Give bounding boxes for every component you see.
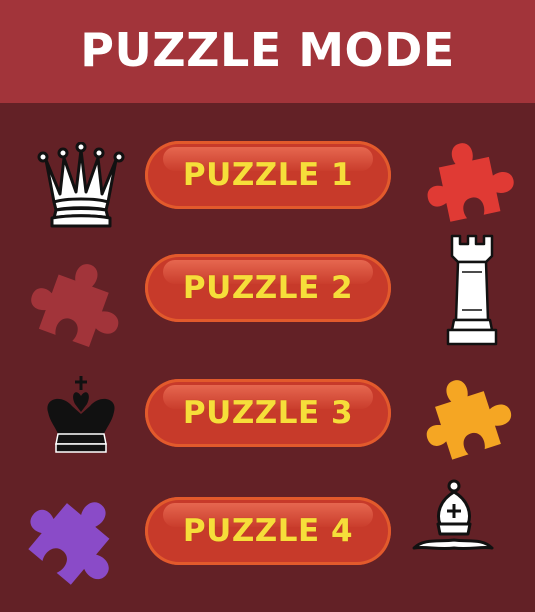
puzzle-2-button[interactable]: PUZZLE 2 (145, 254, 391, 322)
king-icon (47, 376, 115, 453)
bishop-icon (412, 479, 494, 551)
puzzle-1-label: PUZZLE 1 (182, 157, 354, 193)
orange-puzzle-piece-icon (420, 374, 516, 465)
puzzle-3-button[interactable]: PUZZLE 3 (145, 379, 391, 447)
purple-puzzle-piece-icon (20, 490, 124, 594)
queen-icon (37, 142, 125, 228)
dark-red-puzzle-piece-icon (26, 258, 126, 354)
puzzle-2-label: PUZZLE 2 (182, 270, 354, 306)
puzzle-1-button[interactable]: PUZZLE 1 (145, 141, 391, 209)
puzzle-4-button[interactable]: PUZZLE 4 (145, 497, 391, 565)
puzzle-4-label: PUZZLE 4 (182, 513, 354, 549)
header-bar: PUZZLE MODE (0, 0, 535, 103)
page-title: PUZZLE MODE (80, 22, 455, 77)
puzzle-3-label: PUZZLE 3 (182, 395, 354, 431)
rook-icon (446, 234, 498, 346)
red-puzzle-piece-icon (422, 138, 518, 226)
